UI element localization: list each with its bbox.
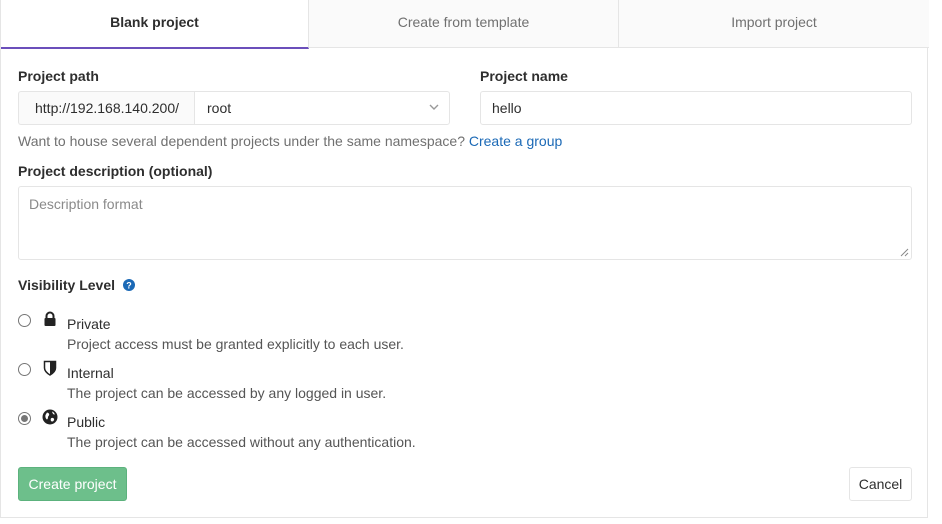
public-description: The project can be accessed without any …: [67, 434, 416, 450]
private-description: Project access must be granted explicitl…: [67, 336, 404, 352]
project-description-textarea[interactable]: Description format: [18, 186, 912, 260]
visibility-level-text: Visibility Level: [18, 277, 116, 293]
description-placeholder: Description format: [29, 196, 143, 212]
visibility-level-label: Visibility Level ?: [18, 277, 135, 293]
public-title: Public: [67, 414, 106, 430]
new-project-panel: Blank project Create from template Impor…: [0, 0, 929, 518]
svg-text:?: ?: [126, 281, 132, 291]
public-radio[interactable]: [18, 412, 31, 425]
visibility-option-public[interactable]: Public The project can be accessed witho…: [18, 409, 618, 452]
project-name-label: Project name: [480, 68, 568, 84]
chevron-down-icon: [429, 104, 439, 110]
visibility-option-private[interactable]: Private Project access must be granted e…: [18, 311, 618, 354]
lock-icon: [44, 311, 56, 326]
internal-title: Internal: [67, 365, 114, 381]
resize-handle-icon[interactable]: [900, 248, 909, 257]
create-group-link[interactable]: Create a group: [469, 133, 562, 149]
project-description-label: Project description (optional): [18, 163, 213, 179]
tab-bar: Blank project Create from template Impor…: [1, 0, 929, 49]
namespace-help-text: Want to house several dependent projects…: [18, 133, 562, 149]
project-path-prefix: http://192.168.140.200/: [18, 91, 194, 125]
globe-icon: [42, 409, 58, 425]
private-radio[interactable]: [18, 314, 31, 327]
cancel-button[interactable]: Cancel: [849, 467, 912, 501]
shield-icon: [43, 360, 57, 376]
project-path-label: Project path: [18, 68, 99, 84]
question-circle-icon[interactable]: ?: [122, 279, 135, 291]
namespace-select[interactable]: root: [194, 91, 450, 125]
namespace-help-message: Want to house several dependent projects…: [18, 133, 465, 149]
internal-description: The project can be accessed by any logge…: [67, 385, 387, 401]
namespace-value: root: [207, 100, 232, 116]
tab-create-from-template[interactable]: Create from template: [309, 0, 619, 48]
visibility-option-internal[interactable]: Internal The project can be accessed by …: [18, 360, 618, 403]
tab-blank-project[interactable]: Blank project: [1, 0, 309, 49]
private-title: Private: [67, 316, 111, 332]
tab-import-project[interactable]: Import project: [619, 0, 929, 48]
internal-radio[interactable]: [18, 363, 31, 376]
project-path-group: http://192.168.140.200/ root: [18, 91, 450, 125]
project-name-input[interactable]: hello: [480, 91, 912, 125]
create-project-button[interactable]: Create project: [18, 467, 127, 501]
